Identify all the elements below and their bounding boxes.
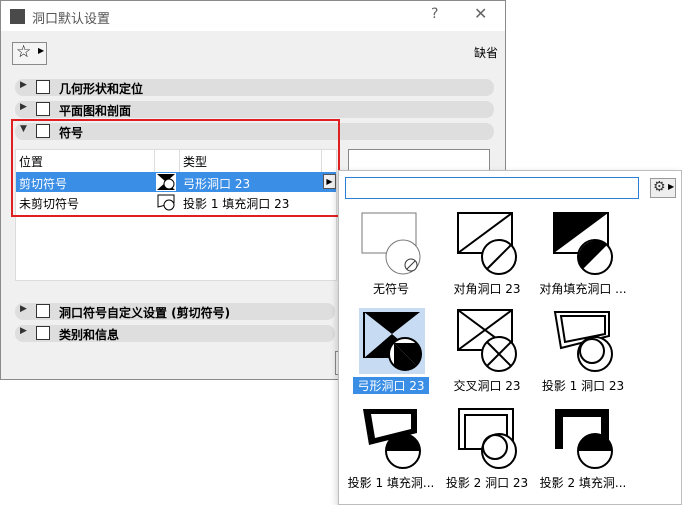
tile-label: 投影 2 填充洞...	[539, 476, 627, 490]
symbol-tile-cross[interactable]: 交叉洞口 23	[439, 308, 535, 400]
symbol-tile-projection-1-filled[interactable]: 投影 1 填充洞...	[343, 405, 439, 497]
tile-label: 投影 1 填充洞...	[347, 476, 435, 490]
search-input[interactable]	[345, 177, 639, 199]
symbol-tile-projection-2[interactable]: 投影 2 洞口 23	[439, 405, 535, 497]
cross-symbol-icon	[455, 308, 521, 374]
symbol-tile-diagonal-filled[interactable]: 对角填充洞口 ...	[535, 211, 631, 303]
star-icon: ☆	[16, 42, 32, 62]
settings-button[interactable]: ⚙ ▶	[650, 178, 676, 198]
projection-2-symbol-icon	[455, 405, 521, 471]
symbol-picker-popup: ⚙ ▶ 无符号 对角洞口 23 对角填充洞口 ... 弓形洞口 23 交叉洞口 …	[338, 170, 682, 505]
section-label: 类别和信息	[59, 328, 120, 342]
symbol-tile-diagonal[interactable]: 对角洞口 23	[439, 211, 535, 303]
section-plan[interactable]: ▶ 平面图和剖面	[15, 101, 494, 118]
symbol-tile-projection-1[interactable]: 投影 1 洞口 23	[535, 308, 631, 400]
section-custom-settings[interactable]: ▶ 洞口符号自定义设置 (剪切符号)	[15, 303, 335, 320]
bow-symbol-icon	[359, 308, 425, 374]
no-symbol-icon	[359, 211, 425, 277]
floor-plan-icon	[36, 102, 50, 116]
tile-label: 对角洞口 23	[453, 282, 521, 296]
tile-label: 投影 2 洞口 23	[445, 476, 529, 490]
tile-label: 投影 1 洞口 23	[541, 379, 625, 393]
tile-label: 交叉洞口 23	[453, 379, 521, 393]
diagonal-filled-symbol-icon	[551, 211, 617, 277]
expand-arrow-icon: ▶	[20, 326, 27, 336]
close-button[interactable]: ✕	[474, 4, 487, 23]
custom-settings-icon	[36, 304, 50, 318]
chevron-right-icon: ▶	[38, 46, 45, 55]
tile-label: 弓形洞口 23	[353, 377, 429, 394]
expand-arrow-icon: ▶	[20, 304, 27, 314]
symbol-preview-box	[348, 149, 490, 171]
projection-2-filled-symbol-icon	[551, 405, 617, 471]
help-button[interactable]: ?	[431, 6, 438, 22]
section-label: 几何形状和定位	[59, 82, 144, 96]
app-logo-icon	[10, 9, 25, 24]
geometry-icon	[36, 80, 50, 94]
diagonal-symbol-icon	[455, 211, 521, 277]
section-category[interactable]: ▶ 类别和信息	[15, 325, 335, 342]
expand-arrow-icon: ▶	[20, 80, 27, 90]
section-label: 洞口符号自定义设置 (剪切符号)	[59, 306, 231, 320]
highlight-frame	[11, 119, 340, 217]
section-label: 平面图和剖面	[59, 104, 132, 118]
info-list-icon	[36, 326, 50, 340]
tile-label: 无符号	[372, 282, 409, 296]
chevron-right-icon: ▶	[668, 182, 675, 191]
window-title: 洞口默认设置	[32, 12, 111, 27]
gear-icon: ⚙	[653, 179, 666, 195]
projection-1-filled-symbol-icon	[359, 405, 425, 471]
symbol-tile-none[interactable]: 无符号	[343, 211, 439, 303]
tile-label: 对角填充洞口 ...	[539, 282, 627, 296]
defaults-label: 缺省	[474, 46, 499, 60]
projection-1-symbol-icon	[551, 308, 617, 374]
symbol-tile-projection-2-filled[interactable]: 投影 2 填充洞...	[535, 405, 631, 497]
section-geometry[interactable]: ▶ 几何形状和定位	[15, 79, 494, 96]
expand-arrow-icon: ▶	[20, 102, 27, 112]
symbol-tile-bow[interactable]: 弓形洞口 23	[343, 308, 439, 400]
title-bar: 洞口默认设置 ? ✕	[1, 1, 505, 31]
favorites-button[interactable]: ☆ ▶	[12, 42, 47, 65]
